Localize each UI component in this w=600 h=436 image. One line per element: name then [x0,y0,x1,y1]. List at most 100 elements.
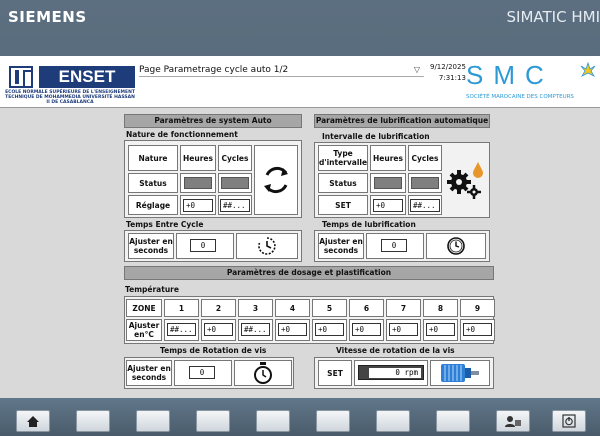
lubrification-title: Paramètres de lubrification automatique [314,114,490,128]
function-key-4[interactable] [196,410,230,432]
clock-icon [447,237,465,255]
rotation-time-label: Temps de Rotation de vis [160,346,267,355]
speed-label: Vitesse de rotation de la vis [336,346,455,355]
temps-lub-label: Temps de lubrification [322,220,416,229]
system-auto-title: Paramètres de system Auto [124,114,302,128]
reglage-heures-input[interactable]: +0 [183,199,213,212]
lub-col-cycles-header: Cycles [408,145,442,171]
stopwatch-icon-cell [234,360,292,386]
clock-icon-cell [426,233,486,259]
page-title: Page Parametrage cycle auto 1/2 [139,65,289,75]
col-nature-header: Nature [128,145,178,171]
rotation-ajuster-label: Ajuster en seconds [126,360,172,386]
status-label: Status [128,173,178,193]
temps-lub-input[interactable]: 0 [381,239,407,252]
zone-header-cell: 4 [275,299,310,317]
dosage-title: Paramètres de dosage et plastification [124,266,494,280]
hmi-frame: SIEMENS SIMATIC HMI ENSET ECOLE NORMALE … [0,0,600,436]
temperature-input[interactable]: ##... [167,323,196,336]
motor-icon [441,364,479,382]
home-button[interactable] [16,410,50,432]
zone-header-cell: 1 [164,299,199,317]
temps-entre-cycle-label: Temps Entre Cycle [126,220,204,229]
function-key-5[interactable] [256,410,290,432]
cycle-icon-cell [254,145,298,215]
function-key-6[interactable] [316,410,350,432]
temperature-input[interactable]: +0 [426,323,455,336]
gears-icon-cell [444,145,486,215]
nature-label: Nature de fonctionnement [126,130,238,139]
time: 7:31:13 [438,74,466,82]
chevron-down-icon[interactable]: ▽ [414,63,420,77]
zone-header-cell: 8 [423,299,458,317]
function-key-3[interactable] [136,410,170,432]
zone-header-cell: 5 [312,299,347,317]
temperature-input[interactable]: ##... [241,323,270,336]
zone-header-cell: 9 [460,299,495,317]
page-selector[interactable]: Page Parametrage cycle auto 1/2 ▽ [139,63,424,77]
col-cycles-header: Cycles [218,145,252,171]
speed-set-label: SET [318,360,352,386]
school-logo: ENSET ECOLE NORMALE SUPÉRIEURE DE L'ENSE… [3,60,135,105]
user-icon [505,415,521,427]
function-key-bar [0,398,600,436]
ajuster-seconds-label: Ajuster en seconds [128,233,174,259]
screen-header: ENSET ECOLE NORMALE SUPÉRIEURE DE L'ENSE… [0,56,600,108]
user-button[interactable] [496,410,530,432]
function-key-2[interactable] [76,410,110,432]
reglage-label: Réglage [128,195,178,215]
company-subtitle: SOCIÉTÉ MAROCAINE DES COMPTEURS [466,94,574,100]
brand-logo: SIEMENS [8,8,87,26]
temperature-input[interactable]: +0 [352,323,381,336]
company-star-icon [580,62,596,77]
col-heures-header: Heures [180,145,216,171]
date: 9/12/2025 [430,63,466,71]
zone-header-cell: 7 [386,299,421,317]
temps-entre-cycle-input[interactable]: 0 [190,239,216,252]
lub-set-heures-input[interactable]: +0 [373,199,403,212]
ajuster-celsius-label: Ajuster en°C [126,319,162,341]
status-heures-indicator [184,177,212,189]
zone-header-cell: 6 [349,299,384,317]
rotation-time-input[interactable]: 0 [189,366,215,379]
gears-oil-icon [447,162,483,199]
timer-icon [258,237,276,255]
home-icon [27,415,39,427]
lub-status-cycles-indicator [411,177,439,189]
status-cycles-indicator [221,177,249,189]
hmi-screen: ENSET ECOLE NORMALE SUPÉRIEURE DE L'ENSE… [0,56,600,398]
temperature-input[interactable]: +0 [389,323,418,336]
function-key-7[interactable] [376,410,410,432]
cycle-arrows-icon [264,166,288,194]
speed-input[interactable]: 0 rpm [369,368,421,378]
zone-label: ZONE [126,299,162,317]
temperature-label: Température [125,285,179,294]
temperature-input[interactable]: +0 [204,323,233,336]
lub-col-heures-header: Heures [370,145,406,171]
speed-bar[interactable]: 0 rpm [358,365,424,380]
motor-icon-cell [430,360,490,386]
timer-icon-cell [236,233,298,259]
reglage-cycles-input[interactable]: ##... [220,199,250,212]
lub-status-heures-indicator [374,177,402,189]
school-logo-text: ENSET [39,66,135,88]
zone-header-cell: 2 [201,299,236,317]
company-letters: SMC [466,60,554,90]
lub-set-label: SET [318,195,368,215]
school-subtitle: ECOLE NORMALE SUPÉRIEURE DE L'ENSEIGNEME… [5,90,135,105]
col-type-header: Type d'intervalle [318,145,368,171]
temperature-input[interactable]: +0 [315,323,344,336]
product-name: SIMATIC HMI [506,8,600,26]
school-emblem-icon [9,66,33,88]
lub-status-label: Status [318,173,368,193]
lub-set-cycles-input[interactable]: ##... [410,199,440,212]
exit-button[interactable] [552,410,586,432]
intervalle-label: Intervalle de lubrification [322,132,430,141]
stopwatch-icon [254,362,272,384]
zone-header-cell: 3 [238,299,273,317]
lub-ajuster-seconds-label: Ajuster en seconds [318,233,364,259]
temperature-input[interactable]: +0 [278,323,307,336]
function-key-8[interactable] [436,410,470,432]
company-logo: SMC SOCIÉTÉ MAROCAINE DES COMPTEURS [462,58,596,106]
temperature-input[interactable]: +0 [463,323,492,336]
